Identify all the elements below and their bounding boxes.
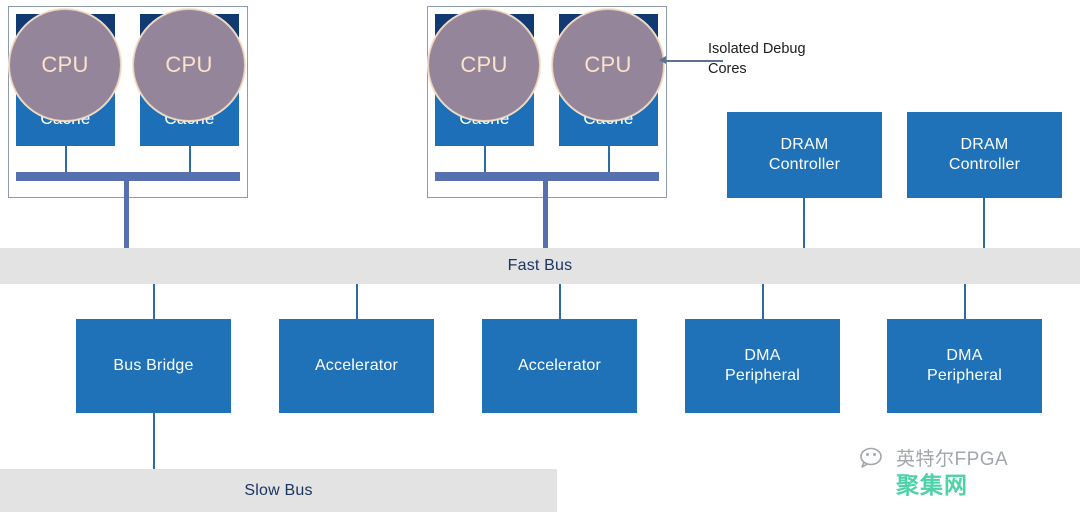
fast-bus-to-accelerator-2-line bbox=[559, 284, 561, 320]
accelerator-1[interactable]: Accelerator bbox=[279, 319, 434, 413]
bus-bridge-to-slow-bus-line bbox=[153, 413, 155, 471]
fast-bus-to-dma-peripheral-2-line bbox=[964, 284, 966, 320]
cpu-label: CPU bbox=[460, 52, 508, 77]
dram-controller-label: DRAM Controller bbox=[948, 135, 1021, 173]
bus-bridge-label: Bus Bridge bbox=[113, 356, 194, 374]
left-cluster-to-fast-bus-line bbox=[124, 178, 129, 252]
fast-bus-label: Fast Bus bbox=[507, 257, 573, 274]
cache-to-inner-bus-line-3 bbox=[484, 146, 486, 173]
accelerator-2[interactable]: Accelerator bbox=[482, 319, 637, 413]
cache-to-inner-bus-line-2 bbox=[189, 146, 191, 173]
cpu-circle-4: CPU bbox=[553, 10, 663, 120]
dram-controller-1-to-fast-bus-line bbox=[803, 198, 805, 252]
soc-block-diagram: Cache CPU Cache CPU Cache CPU Cache bbox=[0, 0, 1080, 512]
fast-bus-to-dma-peripheral-1-line bbox=[762, 284, 764, 320]
cache-to-inner-bus-line-1 bbox=[65, 146, 67, 173]
dma-peripheral-2[interactable]: DMA Peripheral bbox=[887, 319, 1042, 413]
dram-controller-2-to-fast-bus-line bbox=[983, 198, 985, 252]
wechat-icon bbox=[860, 447, 882, 468]
dram-controller-label: DRAM Controller bbox=[768, 135, 841, 173]
accelerator-label: Accelerator bbox=[517, 356, 602, 374]
cache-to-inner-bus-line-4 bbox=[608, 146, 610, 173]
fast-bus[interactable]: Fast Bus bbox=[0, 248, 1080, 284]
accelerator-label: Accelerator bbox=[314, 356, 399, 374]
dram-controller-1[interactable]: DRAM Controller bbox=[727, 112, 882, 198]
cpu-circle-2: CPU bbox=[134, 10, 244, 120]
cpu-circle-1: CPU bbox=[10, 10, 120, 120]
cpu-circle-3: CPU bbox=[429, 10, 539, 120]
watermark: 英特尔FPGA 聚集网 bbox=[860, 447, 1008, 497]
isolated-debug-cores-arrow-icon bbox=[659, 56, 666, 64]
slow-bus[interactable]: Slow Bus bbox=[0, 469, 557, 512]
dma-peripheral-label: DMA Peripheral bbox=[927, 346, 1002, 384]
dma-peripheral-label: DMA Peripheral bbox=[725, 346, 800, 384]
fast-bus-to-bus-bridge-line bbox=[153, 284, 155, 320]
watermark-site: 聚集网 bbox=[896, 472, 968, 498]
isolated-debug-cores-label: Isolated Debug Cores bbox=[708, 41, 806, 77]
bus-bridge[interactable]: Bus Bridge bbox=[76, 319, 231, 413]
slow-bus-label: Slow Bus bbox=[244, 481, 313, 499]
cpu-label: CPU bbox=[165, 52, 213, 77]
fast-bus-to-accelerator-1-line bbox=[356, 284, 358, 320]
cpu-label: CPU bbox=[41, 52, 89, 77]
right-cluster-to-fast-bus-line bbox=[543, 178, 548, 252]
dram-controller-2[interactable]: DRAM Controller bbox=[907, 112, 1062, 198]
cpu-label: CPU bbox=[584, 52, 632, 77]
watermark-brand: 英特尔FPGA bbox=[896, 448, 1009, 470]
dma-peripheral-1[interactable]: DMA Peripheral bbox=[685, 319, 840, 413]
